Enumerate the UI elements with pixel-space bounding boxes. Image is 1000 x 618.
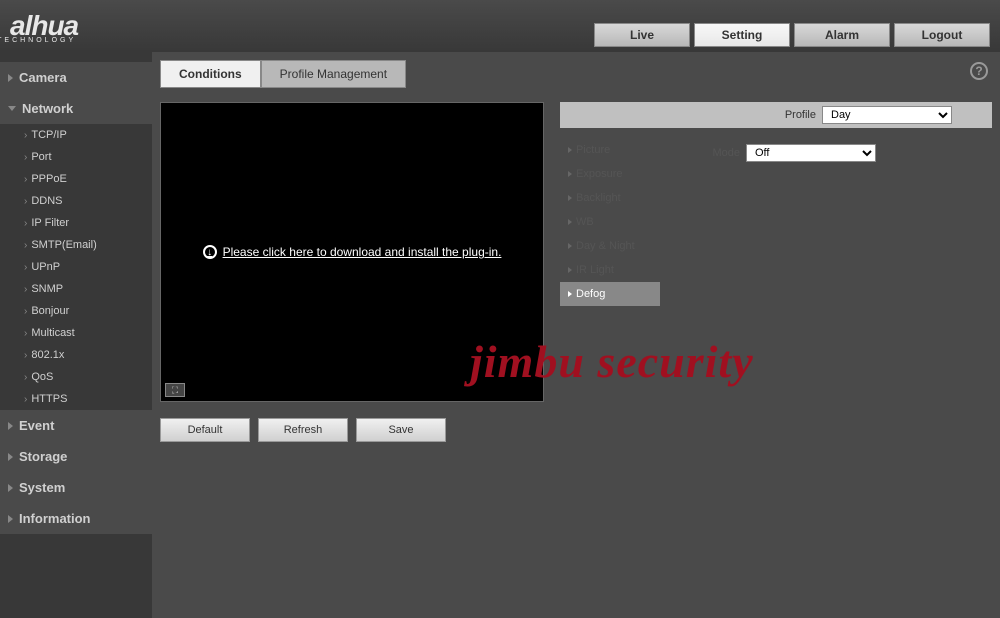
sidebar-item-storage[interactable]: Storage	[0, 441, 152, 472]
sidebar-item-bonjour[interactable]: ›Bonjour	[0, 300, 152, 322]
sidebar-item-smtp[interactable]: ›SMTP(Email)	[0, 234, 152, 256]
sidebar-item-tcpip[interactable]: ›TCP/IP	[0, 124, 152, 146]
nav-tab-live[interactable]: Live	[594, 23, 690, 47]
profile-bar: Profile Day	[560, 102, 992, 128]
sidebar-item-ddns[interactable]: ›DDNS	[0, 190, 152, 212]
acc-item-irlight[interactable]: IR Light	[560, 258, 660, 282]
acc-item-daynight[interactable]: Day & Night	[560, 234, 660, 258]
profile-select[interactable]: Day	[822, 106, 952, 124]
mode-select[interactable]: Off	[746, 144, 876, 162]
sidebar-item-port[interactable]: ›Port	[0, 146, 152, 168]
sidebar-item-network[interactable]: Network	[0, 93, 152, 124]
sub-tab-profile-management[interactable]: Profile Management	[261, 60, 406, 88]
download-icon: ↓	[203, 245, 217, 259]
save-button[interactable]: Save	[356, 418, 446, 442]
sidebar: Camera Network ›TCP/IP ›Port ›PPPoE ›DDN…	[0, 52, 152, 618]
sidebar-item-pppoe[interactable]: ›PPPoE	[0, 168, 152, 190]
sidebar-item-information[interactable]: Information	[0, 503, 152, 534]
sidebar-item-8021x[interactable]: ›802.1x	[0, 344, 152, 366]
nav-tab-setting[interactable]: Setting	[694, 23, 790, 47]
sidebar-item-upnp[interactable]: ›UPnP	[0, 256, 152, 278]
plugin-download-link[interactable]: ↓ Please click here to download and inst…	[203, 245, 502, 259]
accordion: Picture Exposure Backlight WB Day & Nigh…	[560, 138, 660, 306]
profile-label: Profile	[785, 109, 816, 121]
acc-item-picture[interactable]: Picture	[560, 138, 660, 162]
acc-item-backlight[interactable]: Backlight	[560, 186, 660, 210]
sidebar-item-event[interactable]: Event	[0, 410, 152, 441]
header: alhua TECHNOLOGY Live Setting Alarm Logo…	[0, 0, 1000, 52]
acc-item-wb[interactable]: WB	[560, 210, 660, 234]
nav-tab-alarm[interactable]: Alarm	[794, 23, 890, 47]
sidebar-item-https[interactable]: ›HTTPS	[0, 388, 152, 410]
fullscreen-icon[interactable]: ⛶	[165, 383, 185, 397]
brand-subtitle: TECHNOLOGY	[0, 37, 76, 44]
default-button[interactable]: Default	[160, 418, 250, 442]
sidebar-item-camera[interactable]: Camera	[0, 62, 152, 93]
main-panel: Conditions Profile Management ? ↓ Please…	[152, 52, 1000, 618]
help-icon[interactable]: ?	[970, 62, 988, 80]
sub-tab-conditions[interactable]: Conditions	[160, 60, 261, 88]
brand-logo: alhua TECHNOLOGY	[10, 10, 78, 42]
sidebar-item-qos[interactable]: ›QoS	[0, 366, 152, 388]
sidebar-item-ipfilter[interactable]: ›IP Filter	[0, 212, 152, 234]
sidebar-item-multicast[interactable]: ›Multicast	[0, 322, 152, 344]
mode-label: Mode	[700, 147, 740, 159]
sub-tabs: Conditions Profile Management	[160, 60, 992, 88]
acc-item-defog[interactable]: Defog	[560, 282, 660, 306]
refresh-button[interactable]: Refresh	[258, 418, 348, 442]
sidebar-item-snmp[interactable]: ›SNMP	[0, 278, 152, 300]
nav-tabs: Live Setting Alarm Logout	[594, 23, 990, 47]
video-preview: ↓ Please click here to download and inst…	[160, 102, 544, 402]
sidebar-item-system[interactable]: System	[0, 472, 152, 503]
nav-tab-logout[interactable]: Logout	[894, 23, 990, 47]
controls: Mode Off	[660, 138, 992, 306]
acc-item-exposure[interactable]: Exposure	[560, 162, 660, 186]
